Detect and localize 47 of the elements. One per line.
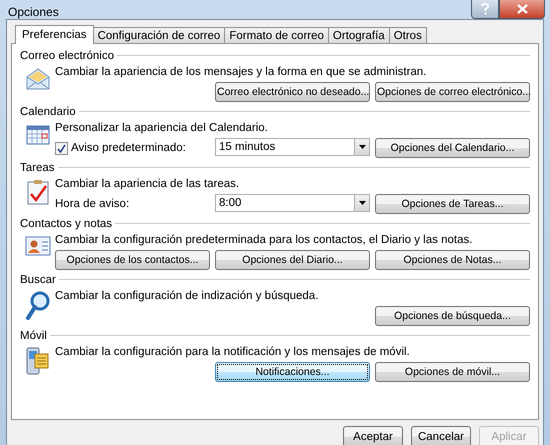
options-button[interactable]: Opciones de correo electrónico... — [375, 82, 530, 102]
tab[interactable]: Formato de correo — [224, 27, 329, 43]
dialog-button[interactable]: Aceptar — [343, 426, 403, 445]
dropdown[interactable]: 15 minutos — [215, 138, 370, 156]
field-label: Hora de aviso: — [55, 198, 130, 210]
section-title: Calendario — [20, 106, 77, 118]
tab[interactable]: Preferencias — [15, 25, 94, 44]
section-title: Buscar — [20, 274, 57, 286]
tab[interactable]: Configuración de correo — [92, 27, 226, 43]
section-title: Tareas — [20, 162, 56, 174]
options-button[interactable]: Opciones de los contactos... — [55, 250, 210, 270]
options-button[interactable]: Opciones de búsqueda... — [375, 306, 530, 326]
help-icon — [480, 3, 490, 15]
section-description: Cambiar la apariencia de las tareas. — [55, 178, 240, 192]
section-description: Cambiar la configuración de indización y búsqueda. — [55, 290, 320, 304]
options-button[interactable]: Opciones del Diario... — [215, 250, 370, 270]
contact-card-icon — [24, 235, 50, 257]
section-title: Correo electrónico — [20, 50, 115, 62]
options-button[interactable]: Notificaciones... — [215, 362, 370, 382]
section-description: Cambiar la configuración para la notificación y los mensajes de móvil. — [55, 346, 411, 360]
checkbox-label: Aviso predeterminado: — [71, 142, 186, 154]
clipboard-check-icon — [26, 179, 48, 205]
checkbox[interactable] — [55, 142, 68, 154]
section-title: Contactos y notas — [20, 218, 114, 230]
options-button[interactable]: Opciones del Calendario... — [375, 138, 530, 158]
dialog-button[interactable]: Cancelar — [411, 426, 471, 445]
tab[interactable]: Otros — [388, 27, 427, 43]
close-icon — [516, 4, 528, 14]
section-description: Cambiar la configuración predeterminada para los contactos, el Diario y las notas. — [55, 234, 474, 248]
section-title: Móvil — [20, 330, 48, 342]
options-button[interactable]: Opciones de Tareas... — [375, 194, 530, 214]
close-button[interactable] — [499, 0, 545, 19]
caret-icon — [358, 145, 366, 149]
tab[interactable]: Ortografía — [328, 27, 390, 43]
section-description: Cambiar la apariencia de los mensajes y la forma en que se administran. — [55, 66, 428, 80]
section-description: Personalizar la apariencia del Calendario. — [55, 122, 269, 136]
options-button[interactable]: Correo electrónico no deseado... — [215, 82, 370, 102]
options-button[interactable]: Opciones de Notas... — [375, 250, 530, 270]
calendar-icon — [26, 123, 50, 145]
dropdown[interactable]: 8:00 — [215, 194, 370, 212]
options-button[interactable]: Opciones de móvil... — [375, 362, 530, 382]
envelope-icon — [24, 67, 50, 91]
mobile-phone-icon — [26, 347, 50, 375]
window-title: Opciones — [7, 4, 59, 19]
search-icon — [24, 291, 50, 321]
help-button[interactable] — [471, 0, 499, 19]
caret-icon — [358, 201, 366, 205]
